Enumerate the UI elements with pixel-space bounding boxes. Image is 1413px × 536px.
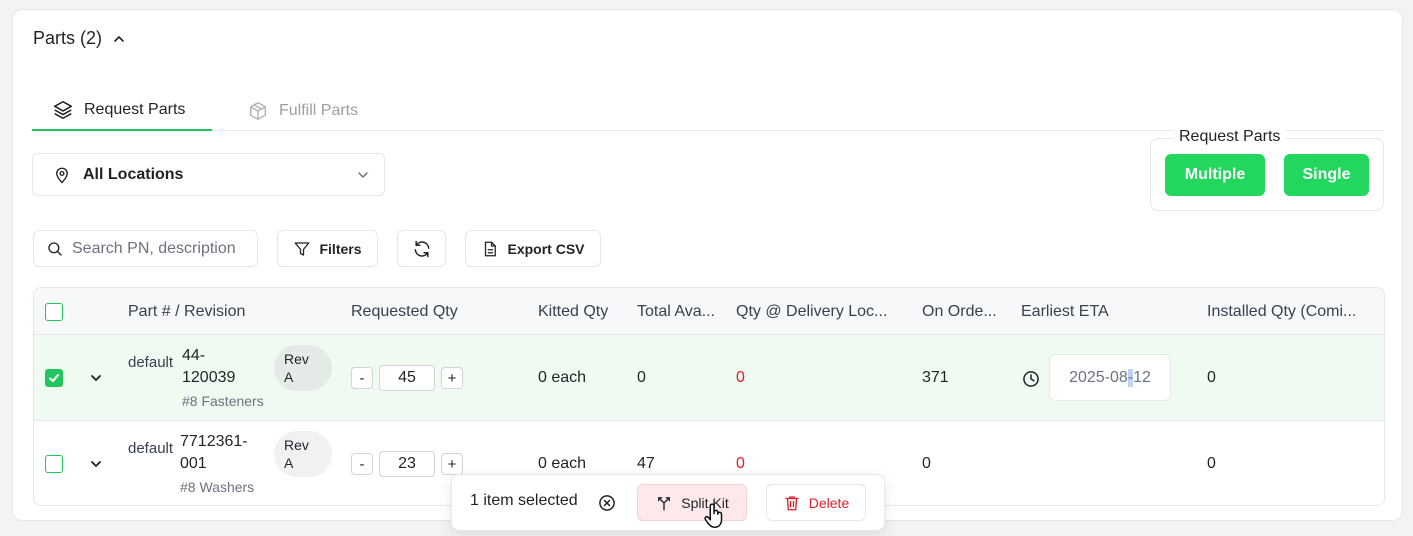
filters-label: Filters bbox=[319, 240, 362, 257]
qty-increment-button[interactable]: + bbox=[441, 367, 463, 389]
table-row[interactable]: default 44- 120039 #8 Fasteners Rev A - … bbox=[34, 335, 1384, 421]
part-number-line: 001 bbox=[180, 455, 207, 472]
total-available: 0 bbox=[637, 369, 646, 386]
search-icon bbox=[48, 241, 62, 256]
x-circle-icon[interactable] bbox=[597, 493, 617, 513]
table-header: Part # / Revision Requested Qty Kitted Q… bbox=[34, 288, 1384, 335]
package-icon bbox=[249, 101, 267, 120]
qty-delivery-location: 0 bbox=[736, 455, 745, 472]
column-header[interactable]: Qty @ Delivery Loc... bbox=[736, 288, 911, 335]
selection-count: 1 item selected bbox=[470, 492, 578, 509]
location-select-value: All Locations bbox=[83, 165, 184, 183]
qty-delivery-location: 0 bbox=[736, 369, 745, 386]
chevron-down-icon bbox=[91, 461, 101, 468]
qty-increment-button[interactable]: + bbox=[441, 453, 463, 475]
export-label: Export CSV bbox=[507, 240, 585, 257]
rev-value: A bbox=[284, 369, 294, 385]
part-number[interactable]: 44- 120039 bbox=[182, 345, 235, 389]
request-parts-legend: Request Parts bbox=[1173, 128, 1287, 146]
part-number[interactable]: 7712361- 001 bbox=[180, 431, 248, 475]
eta-value: 12 bbox=[1133, 368, 1151, 386]
installed-qty: 0 bbox=[1207, 455, 1216, 472]
revision-badge: Rev A bbox=[274, 431, 332, 477]
check-icon bbox=[49, 374, 59, 382]
hand-cursor-icon bbox=[704, 503, 723, 528]
map-pin-icon bbox=[56, 167, 68, 183]
column-header[interactable]: Kitted Qty bbox=[538, 288, 628, 335]
refresh-icon bbox=[414, 240, 429, 257]
on-order: 371 bbox=[922, 369, 949, 386]
split-kit-button[interactable]: Split Kit bbox=[637, 484, 747, 521]
part-description: #8 Washers bbox=[180, 479, 255, 495]
row-checkbox[interactable] bbox=[45, 455, 63, 473]
column-header[interactable]: Total Ava... bbox=[637, 288, 727, 335]
part-image: default bbox=[128, 354, 174, 371]
chevron-down-icon bbox=[91, 375, 101, 382]
section-title: Parts (2) bbox=[33, 28, 103, 48]
rev-label: Rev bbox=[284, 351, 309, 367]
tab-request-parts[interactable]: Request Parts bbox=[32, 90, 212, 131]
delete-label: Delete bbox=[808, 494, 850, 511]
revision-badge: Rev A bbox=[274, 345, 332, 391]
split-icon bbox=[658, 496, 671, 510]
column-header[interactable]: Installed Qty (Comi... bbox=[1207, 288, 1377, 335]
part-number-line: 44- bbox=[182, 347, 206, 364]
parts-card: Parts (2) Request Parts Fulfill Parts Al… bbox=[12, 9, 1403, 521]
chevron-down-icon bbox=[358, 171, 368, 178]
filter-icon bbox=[295, 241, 310, 256]
requested-qty-input[interactable]: 23 bbox=[379, 451, 435, 477]
total-available: 47 bbox=[637, 455, 655, 472]
rev-label: Rev bbox=[284, 437, 309, 453]
expand-row-button[interactable] bbox=[89, 371, 103, 385]
trash-icon bbox=[785, 495, 799, 510]
tab-fulfill-parts[interactable]: Fulfill Parts bbox=[227, 90, 358, 131]
column-header[interactable]: Requested Qty bbox=[351, 288, 511, 335]
search-input[interactable]: Search PN, description bbox=[33, 230, 258, 267]
rev-value: A bbox=[284, 455, 294, 471]
qty-decrement-button[interactable]: - bbox=[351, 367, 373, 389]
search-placeholder: Search PN, description bbox=[72, 239, 236, 257]
part-number-line: 120039 bbox=[182, 369, 236, 386]
layers-icon bbox=[53, 100, 73, 119]
expand-row-button[interactable] bbox=[89, 457, 103, 471]
multiple-button[interactable]: Multiple bbox=[1165, 154, 1265, 196]
location-select[interactable]: All Locations bbox=[32, 153, 385, 196]
earliest-eta-input[interactable]: 2025-08-12 bbox=[1049, 354, 1171, 401]
row-checkbox[interactable] bbox=[45, 369, 63, 387]
chevron-up-icon[interactable] bbox=[112, 32, 126, 46]
select-all-checkbox[interactable] bbox=[45, 288, 63, 335]
selection-action-bar: 1 item selected Split Kit Delete bbox=[451, 474, 885, 531]
single-button[interactable]: Single bbox=[1284, 154, 1369, 196]
tab-label: Fulfill Parts bbox=[279, 101, 359, 119]
part-number-line: 7712361- bbox=[180, 433, 248, 450]
on-order: 0 bbox=[922, 455, 931, 472]
clock-icon bbox=[1021, 369, 1041, 389]
tab-label: Request Parts bbox=[84, 100, 186, 118]
refresh-button[interactable] bbox=[397, 230, 446, 267]
column-header[interactable]: On Orde... bbox=[922, 288, 1012, 335]
column-header[interactable]: Earliest ETA bbox=[1021, 288, 1181, 335]
part-image: default bbox=[128, 440, 174, 457]
column-header[interactable]: Part # / Revision bbox=[128, 288, 328, 335]
eta-value: 2025-08 bbox=[1069, 368, 1128, 386]
requested-qty-input[interactable]: 45 bbox=[379, 365, 435, 391]
part-description: #8 Fasteners bbox=[182, 393, 264, 409]
kitted-qty: 0 each bbox=[538, 455, 587, 472]
filters-button[interactable]: Filters bbox=[277, 230, 378, 267]
installed-qty: 0 bbox=[1207, 369, 1216, 386]
file-icon bbox=[485, 241, 497, 256]
qty-decrement-button[interactable]: - bbox=[351, 453, 373, 475]
section-header[interactable]: Parts (2) bbox=[33, 28, 126, 49]
kitted-qty: 0 each bbox=[538, 369, 587, 386]
delete-button[interactable]: Delete bbox=[766, 484, 866, 521]
export-csv-button[interactable]: Export CSV bbox=[465, 230, 601, 267]
tab-bar: Request Parts Fulfill Parts bbox=[32, 90, 1384, 131]
